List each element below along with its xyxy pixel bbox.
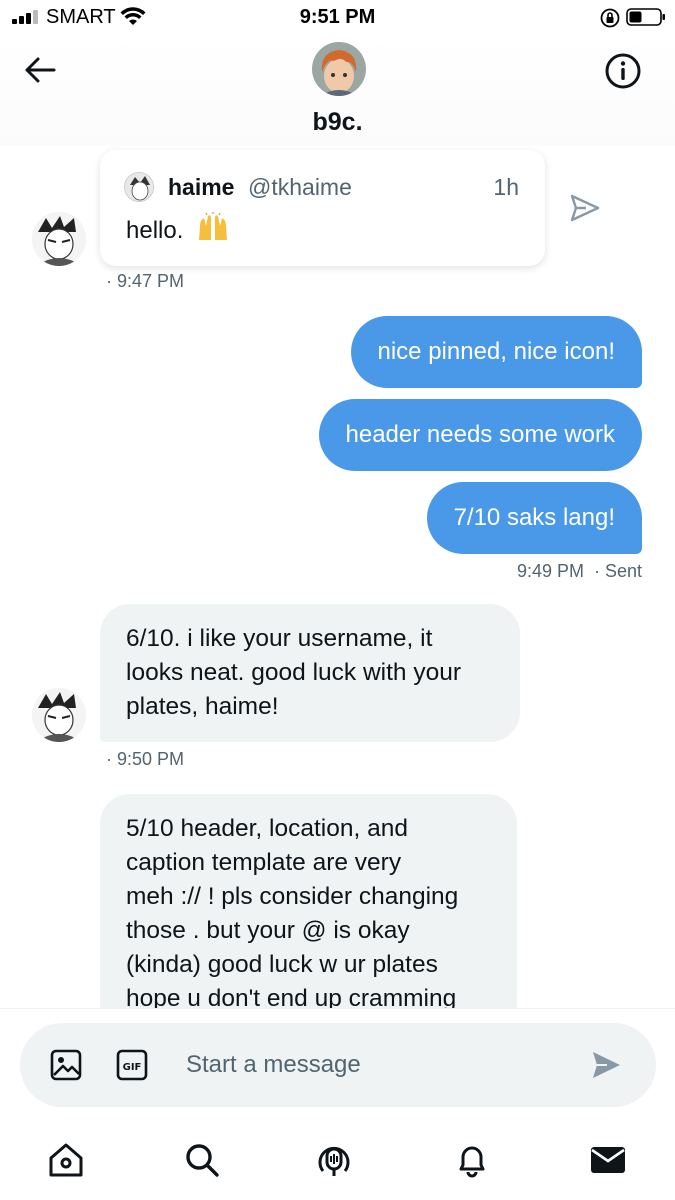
incoming-message[interactable]: 6/10. i like your username, it looks nea… [100, 604, 520, 742]
message-composer: GIF [20, 1023, 656, 1107]
avatar-image [312, 42, 366, 96]
outgoing-message[interactable]: header needs some work [318, 399, 642, 471]
raising-hands-emoji-icon [199, 212, 228, 240]
message-line: 5/10 header, location, and [126, 815, 408, 842]
message-text: header needs some work [345, 421, 615, 448]
message-text: 7/10 saks lang! [453, 504, 615, 531]
message-line: looks neat. good luck with your [126, 659, 462, 686]
nav-search[interactable] [182, 1140, 222, 1180]
quoted-tweet-age: 1h [493, 174, 519, 200]
quoted-tweet-card[interactable]: haime @tkhaime 1h hello. [100, 150, 545, 266]
sender-avatar[interactable] [32, 212, 86, 266]
home-icon [49, 1143, 83, 1177]
message-timestamp: · 9:50 PM [106, 749, 185, 769]
conversation-header: b9c. [0, 36, 675, 146]
quoted-author-handle: @tkhaime [248, 174, 352, 200]
share-icon[interactable] [568, 192, 602, 224]
message-text: nice pinned, nice icon! [377, 338, 616, 365]
message-line: caption template are very [126, 849, 402, 876]
notifications-icon [459, 1146, 485, 1178]
nav-home[interactable] [46, 1140, 86, 1180]
messages-icon [591, 1147, 625, 1173]
bottom-navigation [0, 1120, 675, 1200]
status-bar: SMART 9:51 PM [0, 0, 675, 36]
send-icon[interactable] [590, 1049, 622, 1081]
nav-notifications[interactable] [452, 1140, 492, 1180]
image-icon[interactable] [50, 1049, 82, 1081]
back-arrow-icon [25, 57, 56, 83]
avatar-image [32, 212, 86, 266]
message-input[interactable] [186, 1045, 566, 1085]
battery-icon [626, 8, 665, 26]
outgoing-message[interactable]: nice pinned, nice icon! [350, 316, 642, 388]
message-line: 6/10. i like your username, it [126, 625, 433, 652]
info-icon[interactable] [604, 52, 642, 90]
quoted-author-name: haime [168, 174, 235, 200]
message-list[interactable]: haime @tkhaime 1h hello. · 9:47 PM nice … [0, 146, 675, 1008]
quoted-tweet-text: hello. [126, 217, 184, 244]
search-icon [186, 1144, 219, 1177]
header-avatar[interactable] [312, 42, 366, 96]
back-button[interactable] [22, 52, 58, 88]
composer-bar: GIF [0, 1008, 675, 1120]
sender-avatar[interactable] [32, 688, 86, 742]
sent-status: 9:49 PM · Sent [516, 561, 642, 581]
svg-text:GIF: GIF [123, 1062, 142, 1073]
quoted-author-avatar [124, 172, 154, 202]
quoted-tweet-text-row: hello. [126, 212, 230, 245]
message-line: those . but your @ is okay [126, 917, 410, 944]
message-line: meh :// ! pls consider changing [126, 883, 459, 910]
message-line: hope u don't end up cramming [126, 985, 457, 1008]
conversation-title[interactable]: b9c. [0, 108, 675, 137]
nav-spaces[interactable] [314, 1140, 354, 1180]
message-line: plates, haime! [126, 693, 279, 720]
gif-icon[interactable]: GIF [116, 1049, 148, 1081]
avatar-image [32, 688, 86, 742]
message-timestamp: · 9:47 PM [106, 271, 185, 291]
incoming-message[interactable]: 5/10 header, location, and caption templ… [100, 794, 517, 1008]
orientation-lock-icon [600, 8, 620, 28]
status-time: 9:51 PM [299, 6, 376, 28]
nav-messages[interactable] [588, 1140, 628, 1180]
spaces-icon [318, 1146, 350, 1176]
message-line: (kinda) good luck w ur plates [126, 951, 438, 978]
outgoing-message[interactable]: 7/10 saks lang! [426, 482, 642, 554]
